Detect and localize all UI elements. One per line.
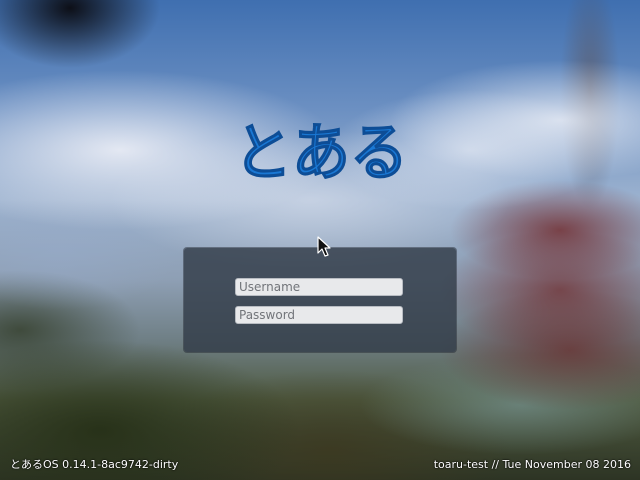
username-input[interactable] [235, 278, 403, 296]
toaru-logo: とある [233, 115, 408, 186]
login-panel [184, 248, 456, 352]
mouse-pointer-icon [317, 236, 331, 257]
os-version-label: とあるOS 0.14.1-8ac9742-dirty [10, 458, 179, 471]
logo-text: とある [234, 116, 408, 186]
login-screen: とある とあるOS 0.14.1-8ac9742-dirty toaru-tes… [0, 0, 640, 480]
password-input[interactable] [235, 306, 403, 324]
hostname-date-label: toaru-test // Tue November 08 2016 [433, 458, 631, 471]
